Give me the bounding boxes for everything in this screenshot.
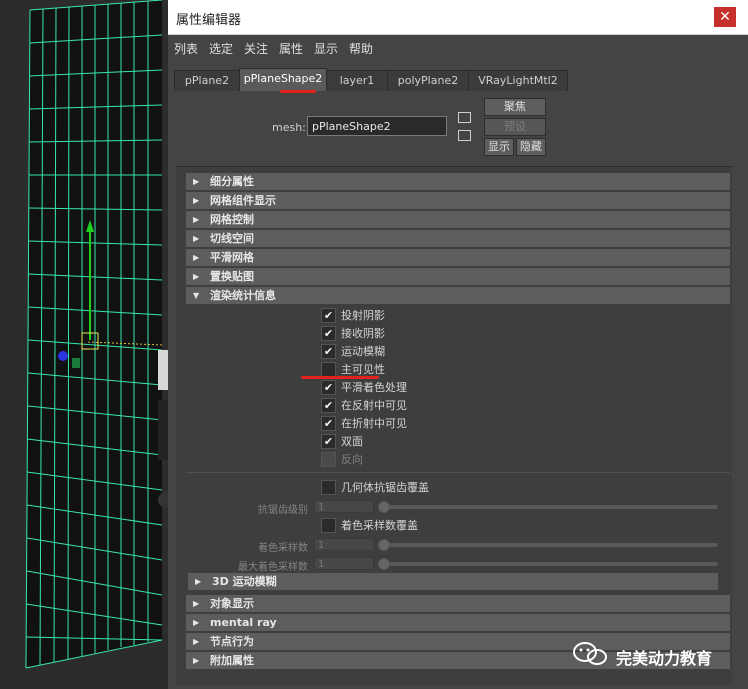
checkbox-empty[interactable] — [321, 480, 336, 495]
expand-arrow-icon: ▶ — [195, 577, 202, 586]
expand-arrow-icon: ▶ — [193, 656, 200, 665]
section-mesh-controls[interactable]: ▶ 网格控制 — [186, 211, 730, 228]
section-mesh-component-display[interactable]: ▶ 网格组件显示 — [186, 192, 730, 209]
tab-layer1[interactable]: layer1 — [326, 70, 388, 91]
title-bar[interactable]: 属性编辑器 ✕ — [168, 0, 748, 35]
menu-bar: 列表 选定 关注 属性 显示 帮助 — [168, 35, 748, 59]
max-shading-samples-label: 最大着色采样数 — [238, 562, 308, 573]
checkmark-icon[interactable]: ✔ — [321, 416, 336, 431]
wechat-logo-icon — [573, 642, 607, 665]
mesh-name-field[interactable]: pPlaneShape2 — [307, 116, 447, 136]
shading-samples-track[interactable] — [382, 543, 718, 547]
section-render-stats[interactable]: ▼ 渲染统计信息 — [186, 287, 730, 304]
watermark-text: 完美动力教育 — [616, 649, 713, 668]
checkmark-icon[interactable]: ✔ — [321, 308, 336, 323]
shading-samples-label: 着色采样数 — [258, 543, 308, 554]
section-displacement-map[interactable]: ▶ 置换贴图 — [186, 268, 730, 285]
section-3d-motion-blur[interactable]: ▶ 3D 运动模糊 — [188, 573, 718, 590]
input-connection-icon[interactable] — [458, 112, 471, 123]
expand-arrow-icon: ▶ — [193, 177, 200, 186]
checkbox-empty[interactable] — [321, 518, 336, 533]
section-mental-ray[interactable]: ▶ mental ray — [186, 614, 730, 631]
menu-item-list[interactable]: 列表 — [174, 40, 198, 57]
expand-arrow-icon: ▶ — [193, 637, 200, 646]
expand-arrow-icon: ▶ — [193, 215, 200, 224]
expand-arrow-icon: ▶ — [193, 234, 200, 243]
aa-level-handle[interactable] — [378, 501, 390, 513]
tab-polyplane2[interactable]: polyPlane2 — [387, 70, 469, 91]
checkmark-icon[interactable]: ✔ — [321, 434, 336, 449]
checkbox-disabled[interactable] — [321, 452, 336, 467]
section-smooth-mesh[interactable]: ▶ 平滑网格 — [186, 249, 730, 266]
aa-level-label: 抗锯齿级别 — [258, 505, 308, 516]
expand-arrow-icon: ▶ — [193, 618, 200, 627]
menu-item-focus[interactable]: 关注 — [244, 40, 268, 57]
node-tabs: pPlane2 pPlaneShape2 layer1 polyPlane2 V… — [168, 66, 748, 91]
tab-vraylightmtl2[interactable]: VRayLightMtl2 — [468, 70, 568, 91]
aa-level-field[interactable]: 1 — [314, 500, 374, 513]
section-object-display[interactable]: ▶ 对象显示 — [186, 595, 730, 612]
annotation-underline-tab — [280, 90, 316, 93]
tab-pplaneshape2[interactable]: pPlaneShape2 — [239, 68, 327, 91]
checkmark-icon[interactable]: ✔ — [321, 326, 336, 341]
menu-item-show[interactable]: 显示 — [314, 40, 338, 57]
checkmark-icon[interactable]: ✔ — [321, 398, 336, 413]
max-shading-samples-field[interactable]: 1 — [314, 557, 374, 570]
tab-pplane2[interactable]: pPlane2 — [174, 70, 240, 91]
aa-level-track[interactable] — [382, 505, 718, 509]
preset-button[interactable]: 预设 — [484, 118, 546, 136]
checkmark-icon[interactable]: ✔ — [321, 380, 336, 395]
close-button[interactable]: ✕ — [714, 7, 736, 27]
hide-button[interactable]: 隐藏 — [516, 138, 546, 156]
expand-arrow-icon: ▶ — [193, 272, 200, 281]
viewport-3d[interactable] — [0, 0, 168, 689]
divider — [186, 472, 730, 473]
menu-item-help[interactable]: 帮助 — [349, 40, 373, 57]
mesh-label: mesh: — [272, 121, 306, 134]
expand-arrow-icon: ▶ — [193, 253, 200, 262]
collapse-arrow-icon: ▼ — [193, 291, 200, 300]
output-connection-icon[interactable] — [458, 130, 471, 141]
max-shading-samples-track[interactable] — [382, 562, 718, 566]
close-icon: ✕ — [719, 9, 731, 25]
attributes-panel: ▶ 细分属性 ▶ 网格组件显示 ▶ 网格控制 ▶ 切线空间 ▶ 平滑网格 ▶ 置… — [176, 166, 732, 685]
annotation-underline-primary-visibility — [301, 376, 379, 379]
shading-samples-field[interactable]: 1 — [314, 538, 374, 551]
window-title: 属性编辑器 — [176, 13, 242, 28]
checkbox-empty[interactable] — [321, 362, 336, 377]
menu-item-selected[interactable]: 选定 — [209, 40, 233, 57]
expand-arrow-icon: ▶ — [193, 599, 200, 608]
show-button[interactable]: 显示 — [484, 138, 514, 156]
focus-button[interactable]: 聚焦 — [484, 98, 546, 116]
wireframe-plane — [25, 0, 168, 669]
max-shading-samples-handle[interactable] — [378, 558, 390, 570]
shading-samples-handle[interactable] — [378, 539, 390, 551]
section-tangent-space[interactable]: ▶ 切线空间 — [186, 230, 730, 247]
checkmark-icon[interactable]: ✔ — [321, 344, 336, 359]
attribute-editor-window: 属性编辑器 ✕ 列表 选定 关注 属性 显示 帮助 pPlane2 pPlane… — [168, 0, 748, 689]
menu-item-attributes[interactable]: 属性 — [279, 40, 303, 57]
section-subdivision[interactable]: ▶ 细分属性 — [186, 173, 730, 190]
expand-arrow-icon: ▶ — [193, 196, 200, 205]
